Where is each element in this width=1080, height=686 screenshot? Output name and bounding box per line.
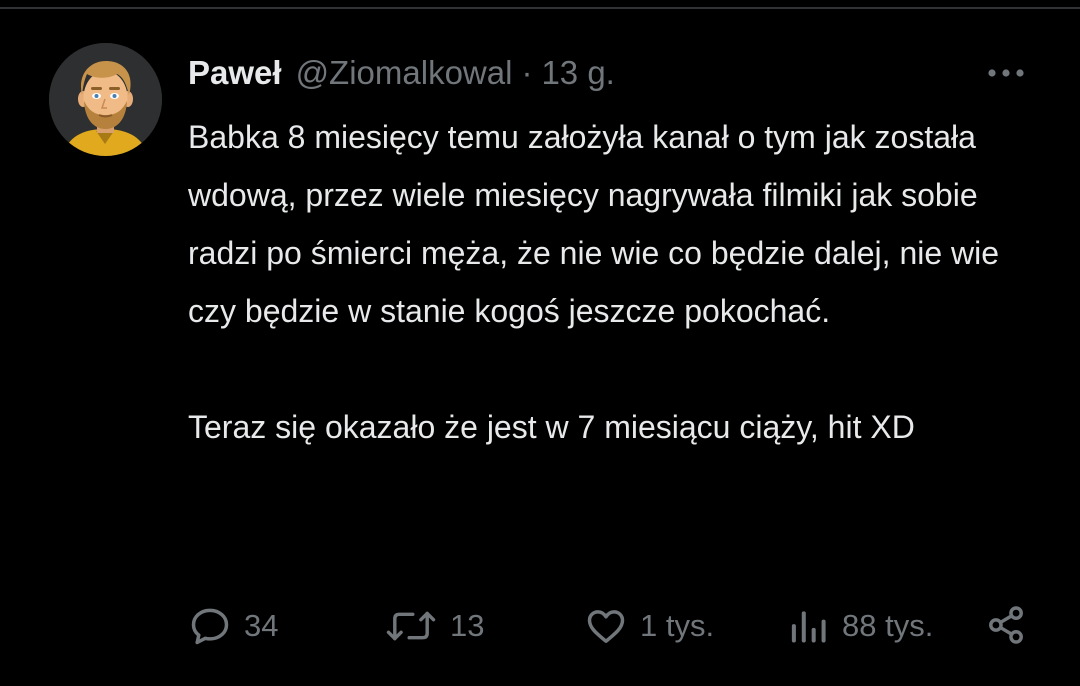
retweet-count: 13 [450,608,485,643]
share-button[interactable] [984,603,1028,647]
separator-dot: · [521,54,533,91]
reply-count: 34 [244,608,279,643]
more-horizontal-icon [988,69,1024,77]
like-button[interactable]: 1 tys. [584,600,714,652]
like-count: 1 tys. [640,608,715,643]
tweet-text: Babka 8 miesięcy temu założyła kanał o t… [188,108,1048,456]
tweet-paragraph: Teraz się okazało że jest w 7 miesiącu c… [188,409,915,445]
action-bar: 34 13 1 tys. 88 tys. [0,600,1080,652]
views-count: 88 tys. [842,608,934,643]
views-button[interactable]: 88 tys. [786,600,933,652]
share-icon [989,606,1023,644]
speech-bubble-icon [191,608,229,645]
tweet-header: Paweł @Ziomalkowal · 13 g. [188,50,615,96]
top-divider [0,7,1080,9]
retweet-button[interactable]: 13 [384,600,484,652]
author-handle[interactable]: @Ziomalkowal [296,54,513,92]
tweet-paragraph: Babka 8 miesięcy temu założyła kanał o t… [188,119,1000,329]
reply-button[interactable]: 34 [188,600,278,652]
tweet-timestamp[interactable]: 13 g. [541,54,614,92]
more-options-button[interactable] [984,58,1028,88]
retweet-icon [386,611,436,641]
avatar[interactable] [49,43,162,156]
author-name[interactable]: Paweł [188,54,282,92]
bar-chart-icon [791,611,826,643]
avatar-illustration [49,43,162,156]
heart-icon [587,610,625,643]
